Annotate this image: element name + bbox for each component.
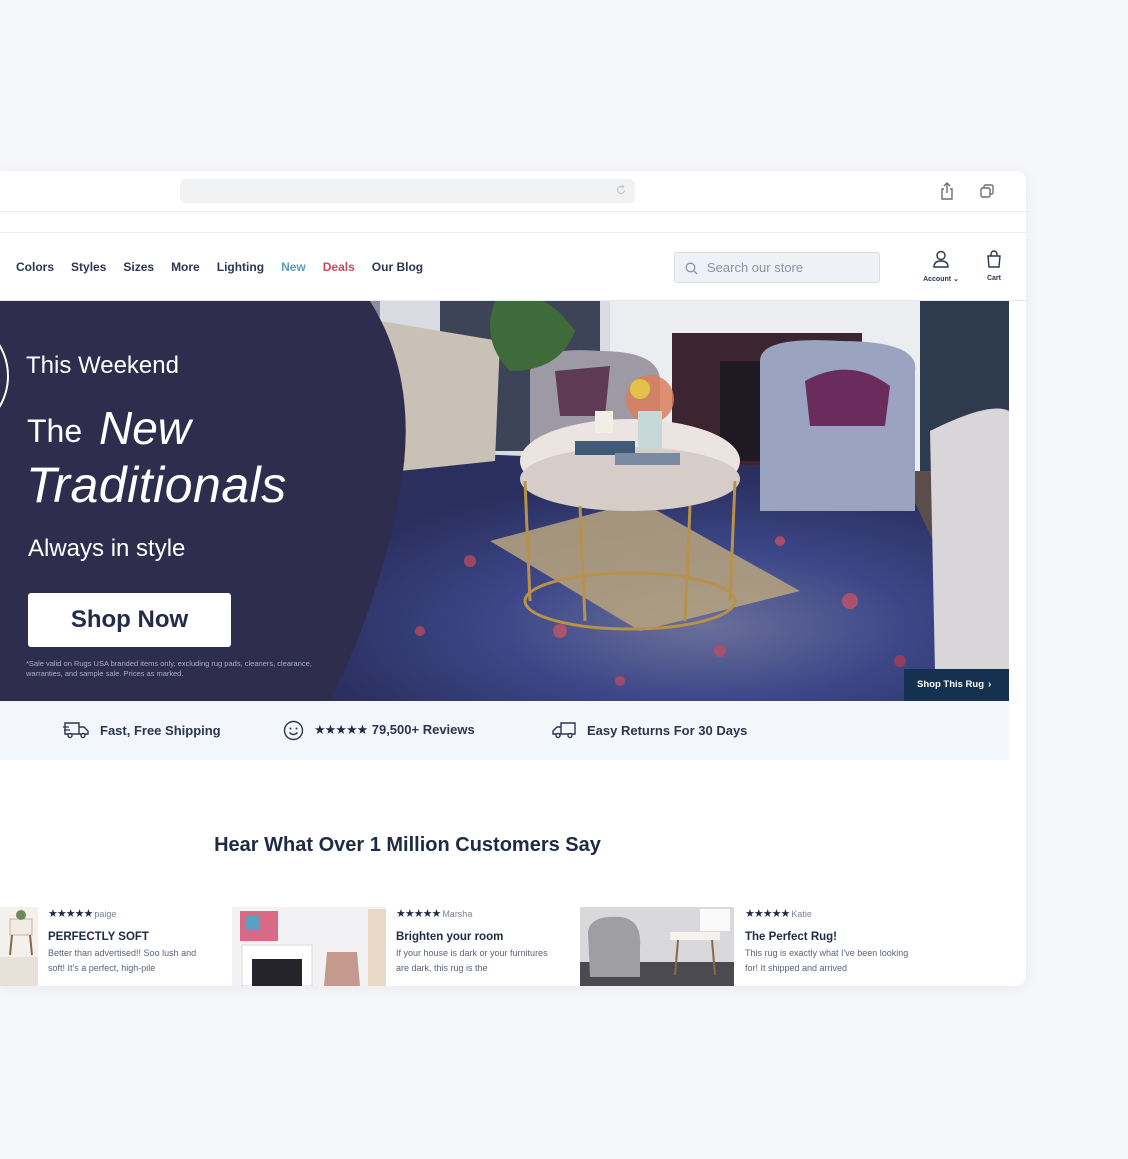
chevron-right-icon: › xyxy=(988,679,992,690)
shop-this-rug-button[interactable]: Shop This Rug › xyxy=(904,669,1009,701)
nav-links: Colors Styles Sizes More Lighting New De… xyxy=(16,260,423,274)
reviews-section-title: Hear What Over 1 Million Customers Say xyxy=(214,834,601,856)
smiley-icon xyxy=(283,720,304,740)
tabs-icon[interactable] xyxy=(979,183,995,199)
account-button[interactable]: Account ⌄ xyxy=(918,250,964,286)
hero-disclaimer: *Sale valid on Rugs USA branded items on… xyxy=(26,659,312,678)
benefit-returns: Easy Returns For 30 Days xyxy=(552,719,747,741)
share-icon[interactable] xyxy=(939,182,955,200)
review-body: This rug is exactly what I've been looki… xyxy=(745,948,909,973)
nav-link-styles[interactable]: Styles xyxy=(71,260,106,274)
star-rating-icons: ★★★★★ xyxy=(314,722,368,737)
benefits-bar: Fast, Free Shipping ★★★★★ 79,500+ Review… xyxy=(0,701,1009,760)
nav-link-new[interactable]: New xyxy=(281,260,306,274)
hero-headline-new: New xyxy=(99,402,192,454)
hero-headline-the: The xyxy=(27,413,83,449)
review-photo xyxy=(0,907,38,986)
nav-link-colors[interactable]: Colors xyxy=(16,260,54,274)
review-stars: ★★★★★ xyxy=(745,908,790,920)
benefit-shipping-text: Fast, Free Shipping xyxy=(100,722,221,738)
hero-tagline: Always in style xyxy=(28,535,186,562)
benefit-reviews-text: 79,500+ Reviews xyxy=(371,722,475,737)
review-user: Marsha xyxy=(442,909,473,919)
search-input[interactable] xyxy=(707,253,875,282)
return-truck-icon xyxy=(552,722,576,739)
review-title: The Perfect Rug! xyxy=(745,931,838,943)
delivery-truck-icon xyxy=(63,722,89,739)
hero-banner: This Weekend The New Traditionals Always… xyxy=(0,301,1009,701)
benefit-shipping: Fast, Free Shipping xyxy=(63,719,221,741)
chevron-down-icon: ⌄ xyxy=(953,276,959,283)
nav-link-more[interactable]: More xyxy=(171,260,200,274)
cart-label: Cart xyxy=(986,275,1001,282)
reload-icon[interactable] xyxy=(615,184,627,196)
review-photo xyxy=(580,907,734,986)
review-stars: ★★★★★ xyxy=(396,908,441,920)
review-user: paige xyxy=(94,909,117,919)
nav-link-sizes[interactable]: Sizes xyxy=(123,260,154,274)
browser-window: Colors Styles Sizes More Lighting New De… xyxy=(0,171,1026,986)
shop-this-rug-label: Shop This Rug xyxy=(917,679,985,690)
site-navigation: Colors Styles Sizes More Lighting New De… xyxy=(0,233,1026,301)
account-label: Account xyxy=(923,276,952,283)
nav-link-deals[interactable]: Deals xyxy=(323,260,355,274)
review-body: If your house is dark or your furnitures… xyxy=(396,948,548,973)
cart-button[interactable]: Cart xyxy=(980,250,1008,286)
review-title: PERFECTLY SOFT xyxy=(48,931,149,943)
nav-link-our-blog[interactable]: Our Blog xyxy=(372,260,423,274)
review-title: Brighten your room xyxy=(396,931,504,943)
browser-toolbar xyxy=(0,171,1026,212)
review-body: Better than advertised!! Soo lush and so… xyxy=(48,948,197,973)
browser-tab-strip xyxy=(0,212,1026,233)
nav-link-lighting[interactable]: Lighting xyxy=(217,260,264,274)
review-photo xyxy=(232,907,386,986)
hero-headline-traditionals: Traditionals xyxy=(26,457,287,513)
hero-kicker: This Weekend xyxy=(26,352,179,379)
search-icon xyxy=(685,262,698,275)
user-icon xyxy=(933,250,949,268)
shop-now-button[interactable]: Shop Now xyxy=(28,593,231,647)
shopping-bag-icon xyxy=(987,250,1001,268)
review-stars: ★★★★★ xyxy=(48,908,93,920)
address-bar[interactable] xyxy=(180,179,635,203)
benefit-returns-text: Easy Returns For 30 Days xyxy=(587,722,748,738)
review-user: Katie xyxy=(791,909,812,919)
benefit-reviews: ★★★★★ 79,500+ Reviews xyxy=(283,719,475,741)
search-box xyxy=(674,252,880,283)
